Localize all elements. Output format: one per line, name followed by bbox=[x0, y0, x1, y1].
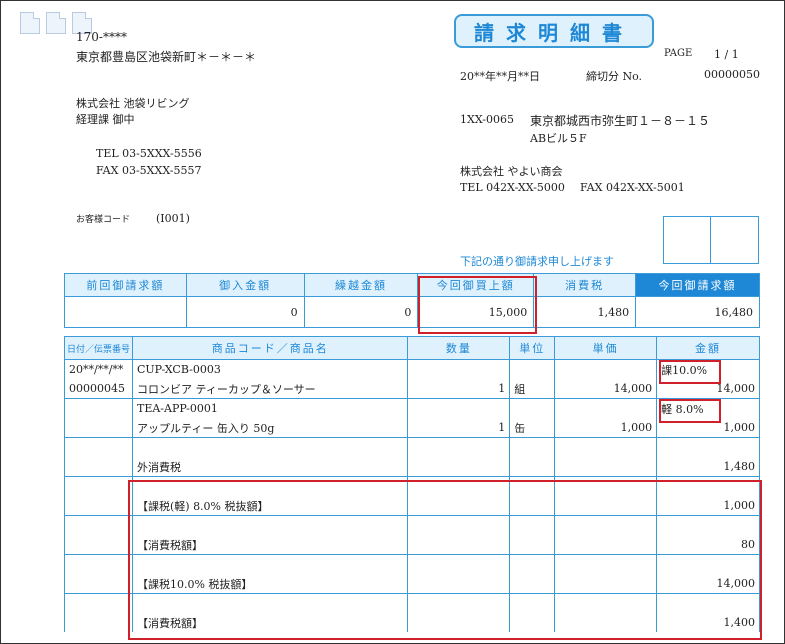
item-code: CUP-XCB-0003 bbox=[131, 359, 409, 379]
table-row: アップルティー 缶入り 50g 1 缶 1,000 1,000 bbox=[64, 418, 760, 438]
highlight-tax-rate-8 bbox=[659, 399, 721, 423]
document-icon[interactable] bbox=[20, 12, 40, 34]
customer-dept: 経理課 御中 bbox=[76, 113, 135, 126]
summary-header: 御入金額 bbox=[185, 273, 305, 297]
issuer-fax: FAX 042X-XX-5001 bbox=[580, 181, 685, 194]
document-title: 請求明細書 bbox=[454, 14, 654, 48]
summary-value bbox=[64, 296, 187, 328]
document-icon[interactable] bbox=[46, 12, 66, 34]
page-label: PAGE bbox=[664, 48, 693, 59]
summary-header: 消費税 bbox=[533, 273, 637, 297]
summary-value: 16,480 bbox=[635, 296, 760, 328]
item-name: アップルティー 缶入り 50g bbox=[131, 418, 409, 438]
highlight-purchase-amount bbox=[418, 276, 537, 334]
customer-fax: FAX 03-5XXX-5557 bbox=[96, 164, 202, 177]
highlight-tax-breakdown bbox=[128, 480, 762, 640]
summary-header: 前回御請求額 bbox=[64, 273, 187, 297]
invoice-date: 20**年**月**日 bbox=[460, 70, 540, 83]
customer-company: 株式会社 池袋リビング bbox=[76, 97, 190, 110]
item-name: コロンビア ティーカップ＆ソーサー bbox=[131, 379, 409, 399]
quantity: 1 bbox=[407, 418, 511, 438]
detail-header: 金額 bbox=[656, 336, 760, 360]
table-row bbox=[64, 437, 760, 457]
billing-notice: 下記の通り御請求申し上げます bbox=[460, 255, 614, 268]
date-cell: 20**/**/** bbox=[64, 359, 133, 379]
customer-address: 東京都豊島区池袋新町＊－＊－＊ bbox=[76, 50, 257, 64]
slip-number: 00000045 bbox=[64, 379, 133, 399]
summary-value: 1,480 bbox=[533, 296, 637, 328]
detail-header: 単位 bbox=[509, 336, 556, 360]
table-row: TEA-APP-0001 軽 8.0% bbox=[64, 398, 760, 418]
issuer-tel: TEL 042X-XX-5000 bbox=[460, 181, 565, 194]
summary-header: 今回御請求額 bbox=[635, 273, 760, 297]
table-row: 外消費税 1,480 bbox=[64, 457, 760, 477]
summary-header: 繰越金額 bbox=[303, 273, 419, 297]
issuer-company: 株式会社 やよい商会 bbox=[460, 165, 563, 178]
issuer-postal: 1XX-0065 bbox=[460, 113, 514, 126]
table-row: 00000045 コロンビア ティーカップ＆ソーサー 1 組 14,000 14… bbox=[64, 379, 760, 399]
detail-header: 日付／伝票番号 bbox=[64, 336, 133, 360]
seal-box bbox=[663, 216, 759, 264]
customer-code-label: お客様コード bbox=[76, 215, 131, 225]
detail-header: 単価 bbox=[554, 336, 658, 360]
amount: 1,480 bbox=[656, 457, 760, 477]
table-row: 20**/**/** CUP-XCB-0003 課10.0% bbox=[64, 359, 760, 379]
quantity: 1 bbox=[407, 379, 511, 399]
detail-header: 数量 bbox=[407, 336, 511, 360]
item-code: TEA-APP-0001 bbox=[131, 398, 409, 418]
unit-price: 1,000 bbox=[554, 418, 658, 438]
page-number: 1 / 1 bbox=[714, 48, 739, 61]
summary-value: 0 bbox=[185, 296, 305, 328]
summary-value: 0 bbox=[303, 296, 419, 328]
summary-table: 前回御請求額 御入金額 繰越金額 今回御買上額 消費税 今回御請求額 0 0 1… bbox=[64, 273, 760, 328]
tax-summary-label: 外消費税 bbox=[131, 457, 409, 477]
issuer-building: ABビル５F bbox=[530, 132, 587, 145]
issuer-address: 東京都城西市弥生町１－８－１５ bbox=[530, 114, 711, 128]
closing-label: 締切分 No. bbox=[586, 70, 643, 83]
highlight-tax-rate-10 bbox=[659, 360, 721, 384]
unit: 組 bbox=[509, 379, 556, 399]
detail-header: 商品コード／商品名 bbox=[131, 336, 409, 360]
customer-tel: TEL 03-5XXX-5556 bbox=[96, 147, 202, 160]
customer-code: (I001) bbox=[156, 212, 190, 225]
unit-price: 14,000 bbox=[554, 379, 658, 399]
postal-code: 170-**** bbox=[76, 30, 127, 44]
unit: 缶 bbox=[509, 418, 556, 438]
closing-number: 00000050 bbox=[704, 68, 760, 81]
